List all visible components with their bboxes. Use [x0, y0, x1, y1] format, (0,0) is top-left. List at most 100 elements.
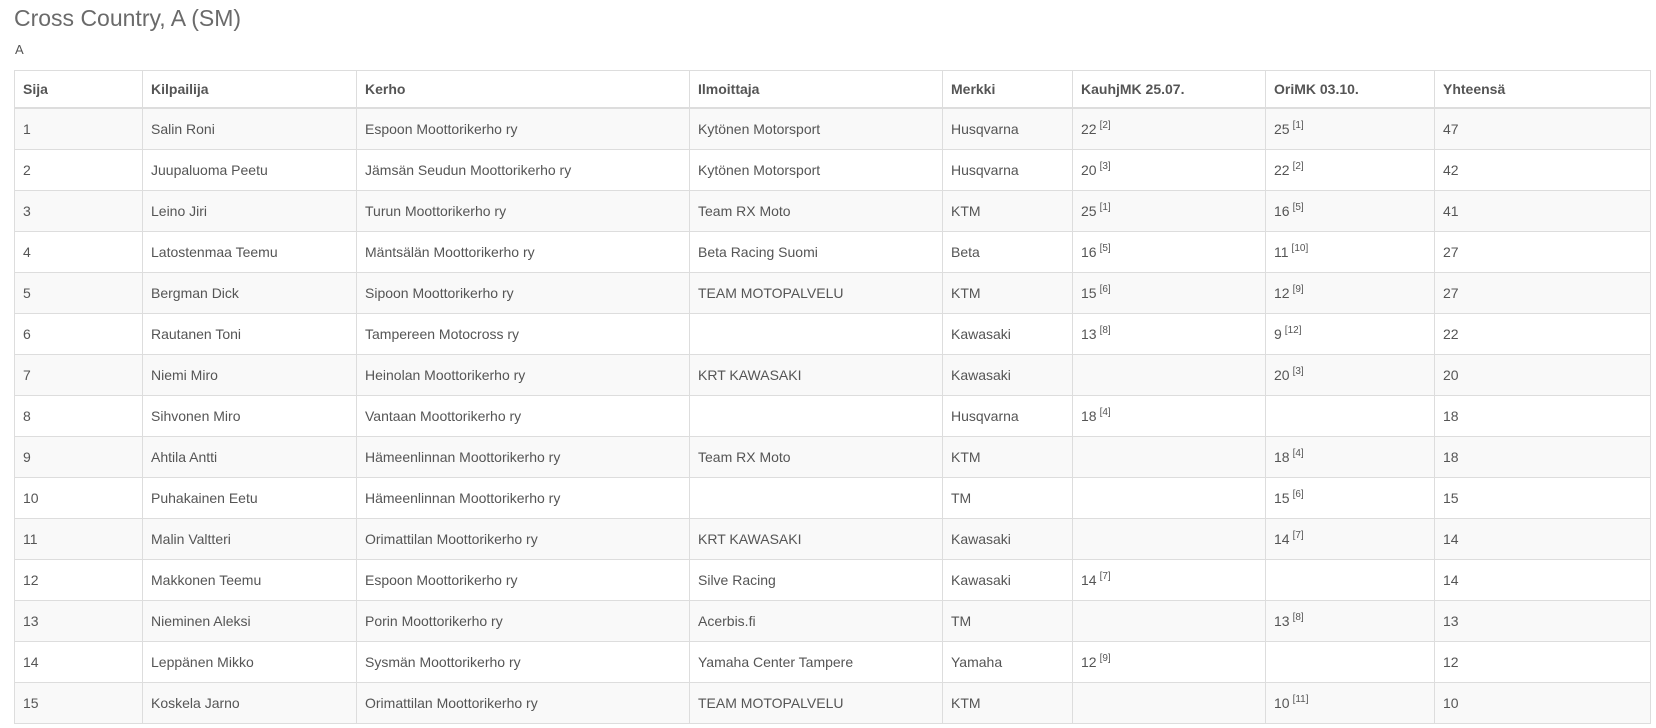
column-header-merkki[interactable]: Merkki [942, 70, 1073, 109]
round-position: [5] [1099, 243, 1111, 255]
cell-kilpailija: Juupaluoma Peetu [142, 149, 357, 191]
cell-yhteensa: 14 [1434, 559, 1651, 601]
cell-merkki: Husqvarna [942, 395, 1073, 437]
cell-ilmoittaja [689, 395, 943, 437]
round-position: [4] [1099, 407, 1111, 419]
cell-kerho: Jämsän Seudun Moottorikerho ry [356, 149, 690, 191]
cell-kauhjmk: 13 [8] [1072, 313, 1266, 355]
column-header-yhteensa[interactable]: Yhteensä [1434, 70, 1651, 109]
cell-merkki: Husqvarna [942, 149, 1073, 191]
cell-merkki: TM [942, 477, 1073, 519]
column-header-orimk[interactable]: OriMK 03.10. [1265, 70, 1435, 109]
class-subtitle: A [15, 42, 24, 57]
cell-ilmoittaja: Team RX Moto [689, 190, 943, 232]
round-points: 25 [1274, 121, 1290, 137]
cell-merkki: Husqvarna [942, 107, 1073, 150]
column-header-kerho[interactable]: Kerho [356, 70, 690, 109]
results-page: Cross Country, A (SM) A Sija Kilpailija … [0, 0, 1656, 728]
cell-kauhjmk: 16 [5] [1072, 231, 1266, 273]
round-points: 15 [1081, 285, 1097, 301]
cell-kerho: Sysmän Moottorikerho ry [356, 641, 690, 683]
cell-kilpailija: Sihvonen Miro [142, 395, 357, 437]
cell-merkki: Kawasaki [942, 559, 1073, 601]
cell-kilpailija: Leino Jiri [142, 190, 357, 232]
cell-orimk: 25 [1] [1265, 107, 1435, 150]
cell-merkki: TM [942, 600, 1073, 642]
round-position: [9] [1099, 653, 1111, 665]
cell-kilpailija: Puhakainen Eetu [142, 477, 357, 519]
cell-orimk: 18 [4] [1265, 436, 1435, 478]
column-header-ilmoittaja[interactable]: Ilmoittaja [689, 70, 943, 109]
cell-orimk [1265, 559, 1435, 601]
cell-orimk: 9 [12] [1265, 313, 1435, 355]
cell-ilmoittaja: Kytönen Motorsport [689, 107, 943, 150]
cell-kauhjmk: 25 [1] [1072, 190, 1266, 232]
table-row: 3 Leino Jiri Turun Moottorikerho ry Team RX… [14, 190, 1651, 232]
cell-yhteensa: 10 [1434, 682, 1651, 724]
page-title: Cross Country, A (SM) [14, 5, 242, 31]
round-points: 12 [1274, 285, 1290, 301]
round-points: 9 [1274, 326, 1282, 342]
cell-kauhjmk [1072, 354, 1266, 396]
table-row: 14 Leppänen Mikko Sysmän Moottorikerho ry Y… [14, 641, 1651, 683]
round-position: [5] [1292, 202, 1304, 214]
round-position: [8] [1292, 612, 1304, 624]
cell-kauhjmk: 22 [2] [1072, 107, 1266, 150]
cell-ilmoittaja: Yamaha Center Tampere [689, 641, 943, 683]
cell-sija: 9 [14, 436, 143, 478]
round-position: [10] [1291, 243, 1309, 255]
round-points: 16 [1274, 203, 1290, 219]
cell-kauhjmk [1072, 477, 1266, 519]
column-header-kauhjmk[interactable]: KauhjMK 25.07. [1072, 70, 1266, 109]
cell-orimk: 22 [2] [1265, 149, 1435, 191]
cell-yhteensa: 15 [1434, 477, 1651, 519]
round-position: [2] [1099, 120, 1111, 132]
cell-merkki: Kawasaki [942, 518, 1073, 560]
column-header-sija[interactable]: Sija [14, 70, 143, 109]
cell-orimk: 13 [8] [1265, 600, 1435, 642]
cell-kilpailija: Niemi Miro [142, 354, 357, 396]
table-row: 12 Makkonen Teemu Espoon Moottorikerho ry S… [14, 559, 1651, 601]
cell-sija: 1 [14, 107, 143, 150]
cell-yhteensa: 18 [1434, 436, 1651, 478]
cell-kilpailija: Rautanen Toni [142, 313, 357, 355]
cell-kerho: Espoon Moottorikerho ry [356, 107, 690, 150]
table-row: 7 Niemi Miro Heinolan Moottorikerho ry KRT … [14, 354, 1651, 396]
cell-sija: 3 [14, 190, 143, 232]
table-row: 15 Koskela Jarno Orimattilan Moottorikerho… [14, 682, 1651, 724]
cell-kauhjmk [1072, 682, 1266, 724]
round-position: [3] [1292, 366, 1304, 378]
cell-kilpailija: Koskela Jarno [142, 682, 357, 724]
cell-kerho: Porin Moottorikerho ry [356, 600, 690, 642]
cell-sija: 10 [14, 477, 143, 519]
table-row: 2 Juupaluoma Peetu Jämsän Seudun Moottorik… [14, 149, 1651, 191]
cell-kilpailija: Makkonen Teemu [142, 559, 357, 601]
results-body: 1 Salin Roni Espoon Moottorikerho ry Kytöne… [14, 107, 1651, 724]
cell-ilmoittaja [689, 477, 943, 519]
cell-kauhjmk: 15 [6] [1072, 272, 1266, 314]
round-points: 20 [1274, 367, 1290, 383]
round-points: 18 [1081, 408, 1097, 424]
table-row: 10 Puhakainen Eetu Hämeenlinnan Moottorike… [14, 477, 1651, 519]
round-points: 14 [1081, 572, 1097, 588]
cell-kilpailija: Ahtila Antti [142, 436, 357, 478]
cell-kauhjmk: 20 [3] [1072, 149, 1266, 191]
cell-yhteensa: 47 [1434, 107, 1651, 150]
cell-yhteensa: 22 [1434, 313, 1651, 355]
cell-ilmoittaja: KRT KAWASAKI [689, 518, 943, 560]
round-position: [3] [1099, 161, 1111, 173]
cell-merkki: KTM [942, 190, 1073, 232]
cell-kilpailija: Nieminen Aleksi [142, 600, 357, 642]
cell-kauhjmk [1072, 436, 1266, 478]
cell-yhteensa: 18 [1434, 395, 1651, 437]
cell-ilmoittaja: Acerbis.fi [689, 600, 943, 642]
cell-sija: 15 [14, 682, 143, 724]
table-row: 6 Rautanen Toni Tampereen Motocross ry Kawa… [14, 313, 1651, 355]
round-position: [6] [1292, 489, 1304, 501]
cell-orimk: 14 [7] [1265, 518, 1435, 560]
cell-kerho: Turun Moottorikerho ry [356, 190, 690, 232]
column-header-kilpailija[interactable]: Kilpailija [142, 70, 357, 109]
round-position: [9] [1292, 284, 1304, 296]
cell-kilpailija: Salin Roni [142, 107, 357, 150]
round-points: 18 [1274, 449, 1290, 465]
